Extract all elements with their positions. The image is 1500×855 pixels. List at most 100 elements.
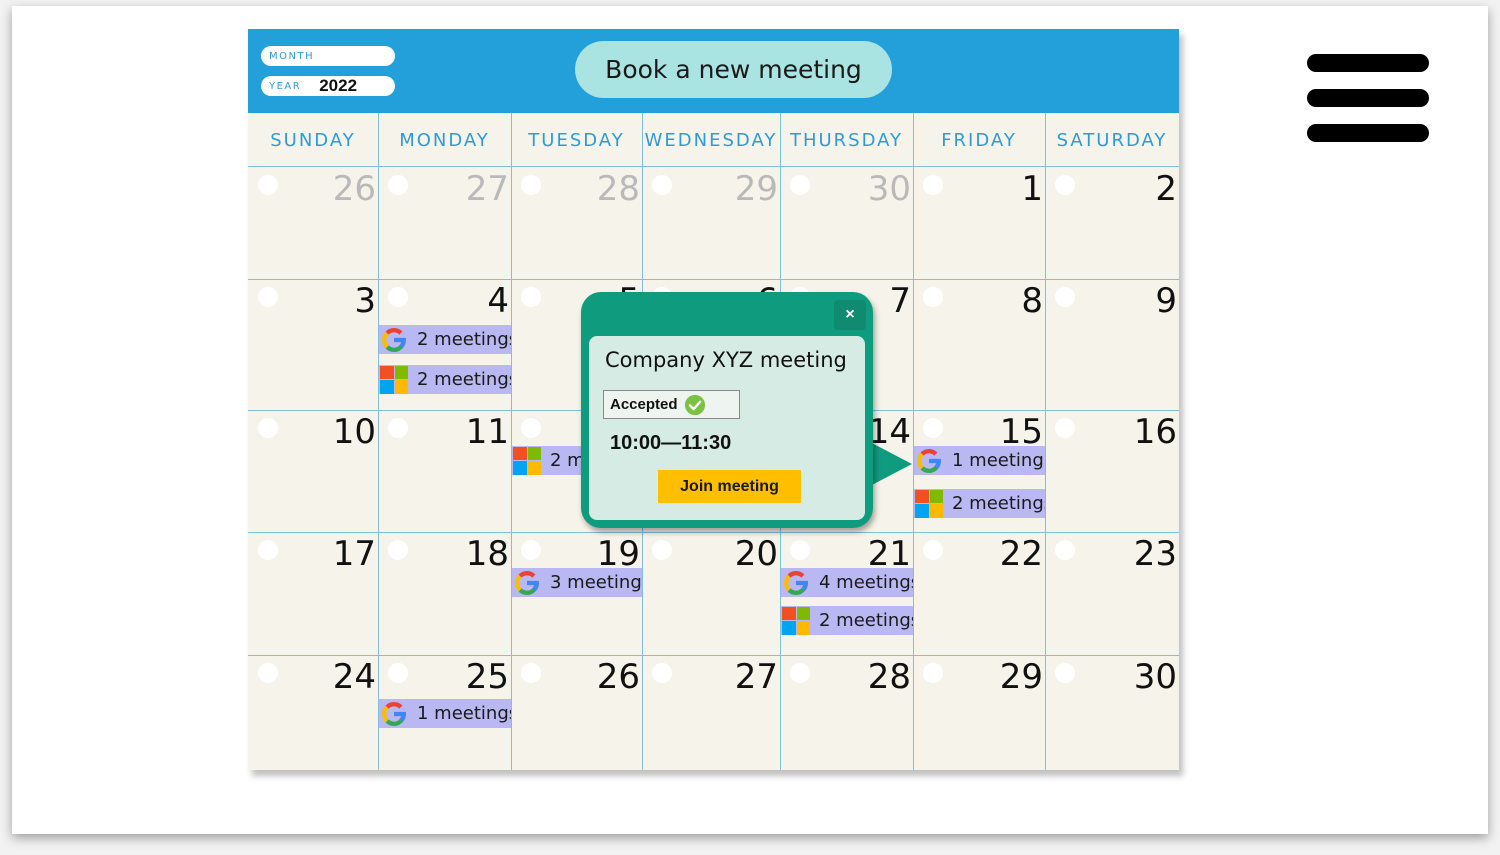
google-icon (784, 570, 808, 595)
google-meeting-chip[interactable]: 1 meeting (914, 446, 1045, 475)
day-select-radio[interactable] (790, 663, 810, 683)
day-number: 8 (1021, 281, 1043, 321)
microsoft-meeting-chip[interactable]: 2 meetings (781, 606, 913, 635)
day-select-radio[interactable] (790, 175, 810, 195)
day-select-radio[interactable] (521, 175, 541, 195)
microsoft-icon (782, 606, 810, 635)
status-badge: Accepted (603, 390, 740, 419)
day-select-radio[interactable] (923, 418, 943, 438)
join-meeting-button[interactable]: Join meeting (658, 470, 801, 503)
day-select-radio[interactable] (923, 540, 943, 560)
day-cell[interactable]: 28 (511, 167, 642, 279)
microsoft-icon (915, 489, 943, 518)
day-select-radio[interactable] (388, 540, 408, 560)
day-header-tuesday: TUESDAY (528, 129, 625, 151)
day-cell[interactable]: 24 (248, 655, 378, 770)
day-select-radio[interactable] (521, 418, 541, 438)
hamburger-menu-icon[interactable] (1307, 54, 1429, 142)
day-cell[interactable]: 30 (780, 167, 913, 279)
day-select-radio[interactable] (521, 287, 541, 307)
popup-body: Company XYZ meeting Accepted 10:00—11:30… (589, 336, 865, 520)
day-cell[interactable]: 10 (248, 410, 378, 532)
microsoft-icon (513, 446, 541, 475)
google-icon (382, 327, 406, 352)
book-meeting-button[interactable]: Book a new meeting (575, 41, 892, 98)
day-cell[interactable]: 29 (913, 655, 1045, 770)
day-cell[interactable]: 23 (1045, 532, 1179, 655)
day-cell[interactable]: 27 (642, 655, 780, 770)
provider-icon-wrap (379, 325, 409, 354)
day-cell[interactable]: 9 (1045, 279, 1179, 410)
day-header-saturday: SATURDAY (1056, 129, 1168, 151)
day-select-radio[interactable] (923, 663, 943, 683)
day-cell[interactable]: 3 (248, 279, 378, 410)
day-select-radio[interactable] (652, 175, 672, 195)
day-cell[interactable]: 27 (378, 167, 511, 279)
day-cell[interactable]: 8 (913, 279, 1045, 410)
day-header-wednesday: WEDNESDAY (644, 129, 778, 151)
google-meeting-chip[interactable]: 1 meetings (379, 699, 511, 728)
month-selector[interactable]: MONTH (261, 46, 395, 66)
day-select-radio[interactable] (521, 540, 541, 560)
google-meeting-chip[interactable]: 4 meetings (781, 568, 913, 597)
day-number: 3 (354, 281, 376, 321)
meeting-count-label: 1 meetings (417, 703, 511, 724)
day-number: 16 (1133, 412, 1177, 452)
day-number: 23 (1133, 534, 1177, 574)
menu-bar (1307, 54, 1429, 72)
day-cell[interactable]: 1 (913, 167, 1045, 279)
meeting-count-label: 2 meetings (417, 329, 511, 350)
day-number: 28 (867, 657, 911, 697)
day-select-radio[interactable] (1055, 663, 1075, 683)
day-cell[interactable]: 18 (378, 532, 511, 655)
day-number: 27 (465, 169, 509, 209)
day-cell[interactable]: 29 (642, 167, 780, 279)
day-cell[interactable]: 20 (642, 532, 780, 655)
day-select-radio[interactable] (258, 418, 278, 438)
day-number: 28 (596, 169, 640, 209)
close-button[interactable]: × (834, 300, 866, 330)
day-select-radio[interactable] (1055, 418, 1075, 438)
day-select-radio[interactable] (258, 287, 278, 307)
day-cell[interactable]: 28 (780, 655, 913, 770)
day-header-thursday: THURSDAY (789, 129, 904, 151)
day-select-radio[interactable] (258, 540, 278, 560)
day-select-radio[interactable] (923, 287, 943, 307)
day-select-radio[interactable] (1055, 540, 1075, 560)
meeting-popup: × Company XYZ meeting Accepted 10:00—11:… (581, 292, 873, 528)
day-select-radio[interactable] (1055, 175, 1075, 195)
day-select-radio[interactable] (521, 663, 541, 683)
day-select-radio[interactable] (388, 663, 408, 683)
year-selector[interactable]: YEAR 2022 (261, 76, 395, 96)
day-select-radio[interactable] (652, 540, 672, 560)
google-meeting-chip[interactable]: 2 meetings (379, 325, 511, 354)
day-select-radio[interactable] (258, 663, 278, 683)
day-select-radio[interactable] (388, 418, 408, 438)
day-number: 27 (734, 657, 778, 697)
google-meeting-chip[interactable]: 3 meetings (512, 568, 642, 597)
day-select-radio[interactable] (388, 287, 408, 307)
day-select-radio[interactable] (923, 175, 943, 195)
day-number: 2 (1155, 169, 1177, 209)
day-number: 25 (465, 657, 509, 697)
microsoft-meeting-chip[interactable]: 2 meetings (914, 489, 1045, 518)
day-number: 1 (1021, 169, 1043, 209)
day-cell[interactable]: 30 (1045, 655, 1179, 770)
microsoft-meeting-chip[interactable]: 2 meetings (379, 365, 511, 394)
day-cell[interactable]: 17 (248, 532, 378, 655)
day-cell[interactable]: 2 (1045, 167, 1179, 279)
provider-icon-wrap (379, 365, 409, 394)
day-select-radio[interactable] (790, 540, 810, 560)
day-cell[interactable]: 16 (1045, 410, 1179, 532)
day-cell[interactable]: 26 (511, 655, 642, 770)
provider-icon-wrap (781, 606, 811, 635)
day-select-radio[interactable] (652, 663, 672, 683)
day-select-radio[interactable] (1055, 287, 1075, 307)
day-cell[interactable]: 26 (248, 167, 378, 279)
check-circle-icon (684, 394, 705, 415)
day-of-week-row: SUNDAY MONDAY TUESDAY WEDNESDAY THURSDAY FRID… (248, 113, 1179, 167)
day-cell[interactable]: 22 (913, 532, 1045, 655)
day-cell[interactable]: 11 (378, 410, 511, 532)
day-select-radio[interactable] (388, 175, 408, 195)
day-select-radio[interactable] (258, 175, 278, 195)
